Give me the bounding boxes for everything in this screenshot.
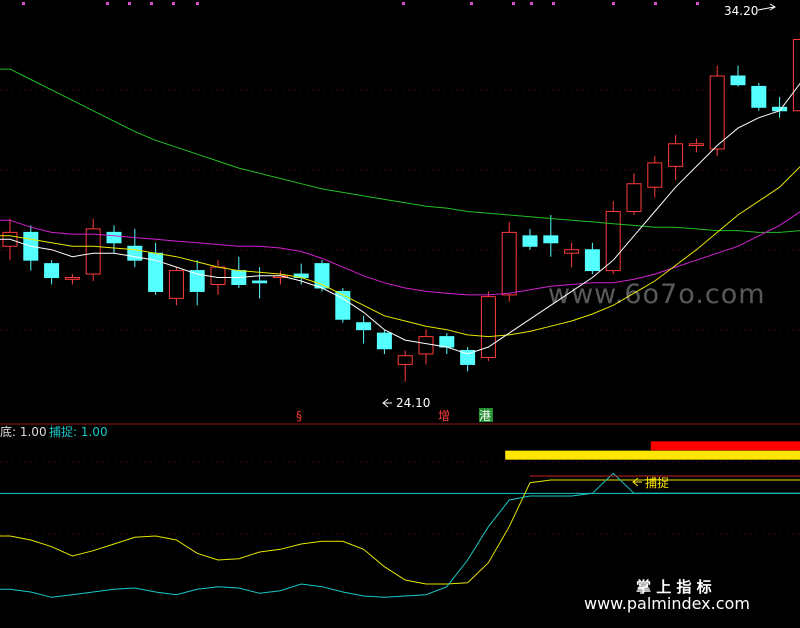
candle-body-38 [792,39,800,112]
candle-29 [605,201,621,275]
candle-34 [709,65,725,156]
candle-body-5 [106,231,122,244]
moving-average-lines [0,68,800,355]
candle-body-34 [709,75,725,150]
candle-21 [439,333,455,354]
candle-body-32 [668,143,684,167]
candle-9 [189,260,205,306]
top-tick-4 [172,2,175,5]
candle-body-21 [439,336,455,348]
candle-16 [335,287,351,323]
candle-38 [792,30,800,115]
candle-20 [418,329,434,365]
indicator-series-0 [0,479,800,585]
candle-19 [397,350,413,382]
candle-3 [64,274,80,285]
candle-body-29 [605,211,621,272]
chart-svg[interactable]: 34.20 24.10 § 增 港 www.6o7o.com 底: 1.00 捕… [0,0,800,628]
candle-6 [127,228,143,268]
watermark-6o7o: www.6o7o.com [548,279,766,310]
candle-25 [522,228,538,250]
candle-4 [85,218,101,282]
indicator-signal-bar-0 [505,450,800,460]
candle-24 [501,221,517,302]
price-high-arrow [757,3,776,11]
candle-7 [148,242,164,295]
candle-32 [668,135,684,181]
candle-11 [231,256,247,288]
candle-28 [584,242,600,275]
candle-body-27 [564,249,580,254]
candlestick-series [2,30,800,382]
candle-body-30 [626,183,642,213]
price-low-label: 24.10 [396,396,430,410]
candle-2 [44,260,60,285]
top-tick-9 [530,2,533,5]
candle-body-10 [210,266,226,285]
candle-5 [106,225,122,254]
candle-body-12 [252,280,268,284]
watermark-palmindex-url: www.palmindex.com [584,594,750,613]
top-tick-8 [512,2,515,5]
indicator-series [0,441,800,598]
candle-13 [272,270,288,285]
candle-body-25 [522,235,538,247]
top-time-ticks [22,2,699,5]
candle-8 [168,267,184,306]
candle-body-8 [168,270,184,299]
candle-body-31 [647,162,663,188]
kline-chart-stage: 34.20 24.10 § 增 港 www.6o7o.com 底: 1.00 捕… [0,0,800,628]
candle-1 [23,225,39,271]
candle-26 [543,215,559,257]
candle-33 [688,138,704,153]
signal-marker-zeng: 增 [438,409,450,423]
ma-yellow-line [0,166,800,338]
candle-body-20 [418,336,434,355]
candle-35 [730,65,746,87]
candle-body-3 [64,277,80,280]
candle-body-6 [127,245,143,261]
signal-marker-s: § [296,409,302,423]
candle-body-33 [688,143,704,147]
candle-body-18 [376,332,392,350]
top-tick-2 [128,2,131,5]
candle-27 [564,242,580,268]
price-low-arrow [382,398,392,408]
top-tick-10 [552,2,555,5]
candle-17 [356,315,372,344]
top-tick-0 [22,2,25,5]
price-high-label: 34.20 [724,4,758,18]
indicator-legend-di: 底: 1.00 [0,424,47,439]
top-tick-6 [402,2,405,5]
top-tick-5 [196,2,199,5]
top-tick-13 [696,2,699,5]
candle-body-4 [85,228,101,275]
candle-body-19 [397,355,413,365]
candle-body-36 [751,85,767,108]
top-tick-11 [612,2,615,5]
candle-30 [626,173,642,215]
signal-marker-gang: 港 [479,409,491,423]
candle-23 [480,291,496,361]
candle-body-17 [356,322,372,331]
top-tick-12 [654,2,657,5]
top-tick-3 [150,2,153,5]
indicator-signal-bar-1 [650,441,800,451]
candle-22 [460,347,476,372]
candle-body-35 [730,75,746,86]
candle-body-28 [584,249,600,272]
candle-18 [376,329,392,354]
capture-arrow [632,477,642,487]
top-tick-1 [106,2,109,5]
top-tick-7 [470,2,473,5]
candle-37 [772,96,788,118]
candle-body-2 [44,263,60,279]
candle-36 [751,82,767,111]
capture-label: 捕捉 [645,475,669,490]
candle-31 [647,155,663,198]
indicator-legend-capture: 捕捉: 1.00 [49,424,108,439]
candle-body-26 [543,235,559,244]
candle-body-24 [501,231,517,296]
